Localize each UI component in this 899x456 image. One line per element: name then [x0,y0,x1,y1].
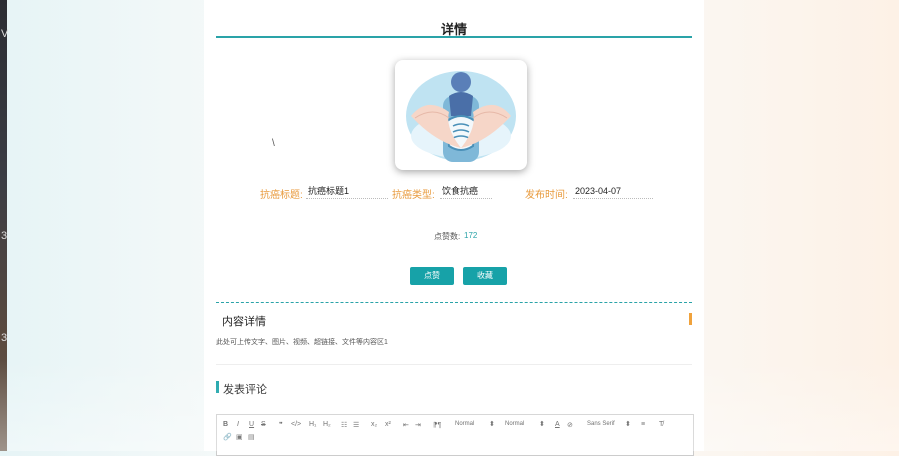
underline-button[interactable]: U [249,421,254,428]
superscript-button[interactable]: x² [385,421,391,428]
like-button[interactable]: 点赞 [410,267,454,285]
blockquote-button[interactable]: ❞ [279,421,283,429]
text-color-button[interactable]: A [555,421,560,428]
type-value: 饮食抗癌 [440,184,492,199]
edge-glyph: 3 [1,332,8,344]
editor-toolbar: B I U S ❞ </> H₁ H₂ ☷ ☰ x₂ x² ⇤ ⇥ ⁋¶ Nor… [216,414,694,456]
edge-glyph: V [1,28,9,40]
code-block-button[interactable]: </> [291,421,301,428]
heading-accent [689,313,692,325]
date-value: 2023-04-07 [573,184,653,199]
clicks-label: 点赞数: [434,232,461,241]
comment-heading-accent [216,381,219,393]
background-color-button[interactable]: ⊘ [567,421,573,429]
indent-button[interactable]: ⇥ [415,421,421,429]
content-body: 此处可上传文字、图片、视频、超链接、文件等内容区1 [216,339,388,346]
background-window-edge: V 3 3 [0,0,9,451]
title-value: 抗癌标题1 [306,184,388,199]
font-select[interactable]: Sans Serif [587,421,615,427]
comment-heading: 发表评论 [223,384,267,396]
link-button[interactable]: 🔗 [223,433,232,441]
italic-button[interactable]: I [237,421,239,428]
direction-button[interactable]: ⁋¶ [433,421,441,429]
content-separator [216,364,692,365]
subscript-button[interactable]: x₂ [371,421,377,428]
title-underline [216,36,692,38]
detail-panel: 详情 \ 抗癌标题: 抗癌标题1 抗癌类型: 饮食抗癌 发布时间: 2023-0… [204,0,704,456]
date-label: 发布时间: [525,190,568,201]
size-select[interactable]: Normal [455,421,474,427]
align-button[interactable]: ≡ [641,421,645,428]
favorite-button[interactable]: 收藏 [463,267,507,285]
digestive-illustration-icon [406,71,516,162]
stray-mark: \ [272,138,275,149]
image-button[interactable]: ▣ [236,433,243,441]
bold-button[interactable]: B [223,421,228,428]
header2-button[interactable]: H₂ [323,421,331,428]
font-chevron-icon: ⬍ [625,421,631,428]
outdent-button[interactable]: ⇤ [403,421,409,429]
title-label: 抗癌标题: [260,190,303,201]
edge-glyph: 3 [1,230,8,242]
strike-button[interactable]: S [261,421,266,428]
header-chevron-icon: ⬍ [539,421,545,428]
ordered-list-button[interactable]: ☷ [341,421,347,429]
cover-image [395,60,527,170]
video-button[interactable]: ▤ [248,433,255,441]
header1-button[interactable]: H₁ [309,421,316,428]
clean-format-button[interactable]: T̸ [659,421,663,428]
type-label: 抗癌类型: [392,190,435,201]
bullet-list-button[interactable]: ☰ [353,421,359,429]
clicks-value: 172 [464,231,478,240]
header-select[interactable]: Normal [505,421,524,427]
size-chevron-icon: ⬍ [489,421,495,428]
content-heading: 内容详情 [222,316,266,328]
section-divider [216,302,692,303]
